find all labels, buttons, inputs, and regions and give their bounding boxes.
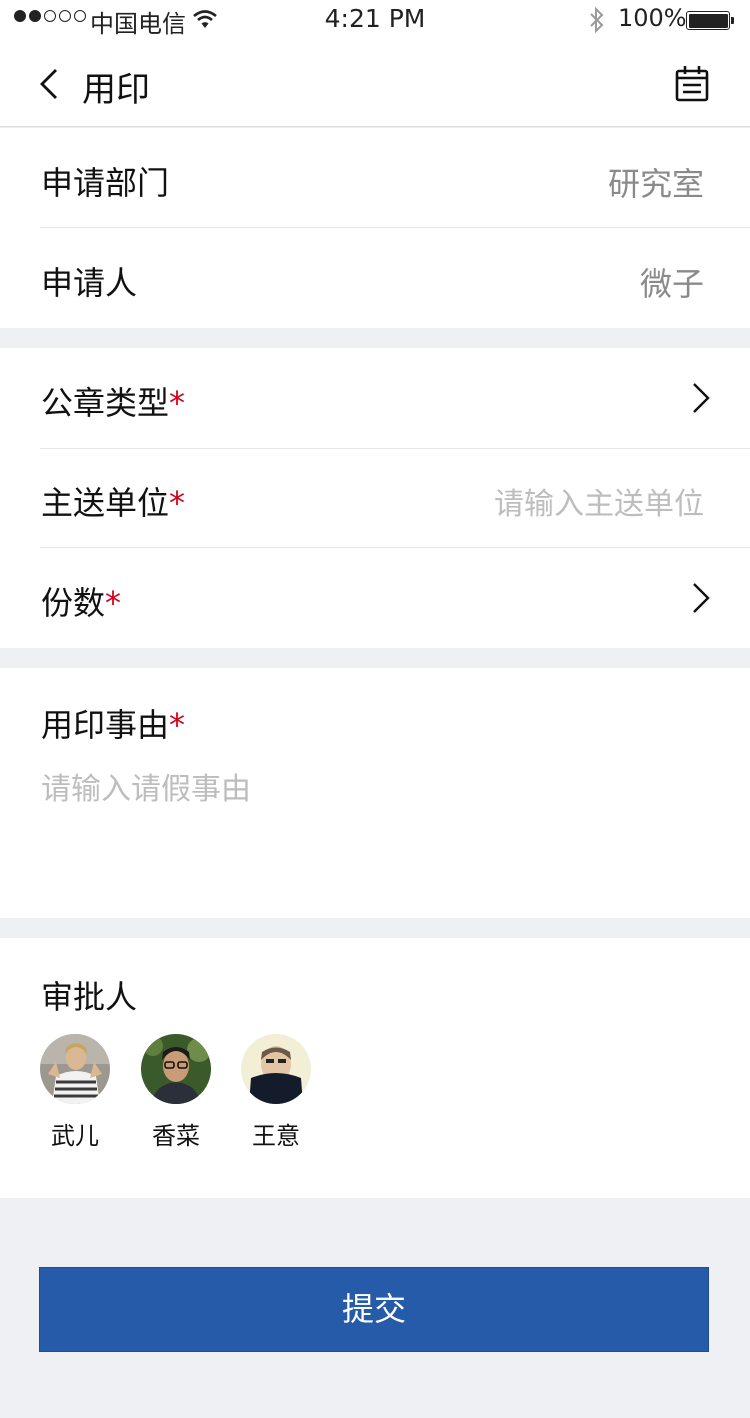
required-mark: * — [169, 484, 186, 522]
copies-row[interactable]: 份数* — [0, 548, 750, 648]
department-row: 申请部门 研究室 — [0, 128, 750, 228]
avatar — [141, 1034, 211, 1104]
avatar — [40, 1034, 110, 1104]
page-title: 用印 — [82, 70, 150, 110]
approver-name: 王意 — [252, 1122, 300, 1150]
approver-title: 审批人 — [41, 978, 138, 1016]
reason-section: 用印事由* 请输入请假事由 — [0, 668, 750, 918]
chevron-right-icon — [693, 383, 710, 413]
approver-section: 审批人 武儿 香菜 王意 — [0, 938, 750, 1198]
nav-bar: 用印 — [0, 40, 750, 127]
back-chevron-icon[interactable] — [34, 66, 68, 102]
battery-icon — [686, 11, 734, 30]
approver-item[interactable]: 香菜 — [138, 1034, 214, 1151]
department-label: 申请部门 — [41, 164, 170, 202]
applicant-row: 申请人 微子 — [0, 228, 750, 328]
chevron-right-icon — [693, 583, 710, 613]
applicant-value: 微子 — [639, 265, 704, 303]
avatar — [241, 1034, 311, 1104]
battery-percent: 100% — [618, 4, 687, 32]
required-mark: * — [169, 706, 186, 744]
applicant-label: 申请人 — [41, 264, 138, 302]
submit-button[interactable]: 提交 — [39, 1267, 709, 1352]
approver-item[interactable]: 王意 — [238, 1034, 314, 1151]
seal-type-row[interactable]: 公章类型* — [0, 348, 750, 448]
reason-label: 用印事由* — [41, 706, 186, 744]
reason-textarea[interactable]: 请输入请假事由 — [41, 764, 251, 808]
calendar-list-icon[interactable] — [672, 64, 712, 104]
bluetooth-icon — [590, 6, 604, 34]
department-value: 研究室 — [607, 165, 704, 203]
copies-label: 份数* — [41, 584, 122, 622]
seal-form-section: 公章类型* 主送单位* 请输入主送单位 份数* — [0, 348, 750, 648]
status-bar: 中国电信 4:21 PM 100% — [0, 0, 750, 40]
applicant-info-section: 申请部门 研究室 申请人 微子 — [0, 128, 750, 328]
required-mark: * — [169, 384, 186, 422]
approver-name: 武儿 — [51, 1122, 99, 1150]
required-mark: * — [105, 584, 122, 622]
recipient-input[interactable]: 请输入主送单位 — [494, 479, 704, 523]
seal-type-label: 公章类型* — [41, 384, 186, 422]
approver-item[interactable]: 武儿 — [37, 1034, 113, 1151]
approver-name: 香菜 — [152, 1122, 200, 1150]
recipient-row: 主送单位* 请输入主送单位 — [0, 448, 750, 548]
recipient-label: 主送单位* — [41, 484, 186, 522]
